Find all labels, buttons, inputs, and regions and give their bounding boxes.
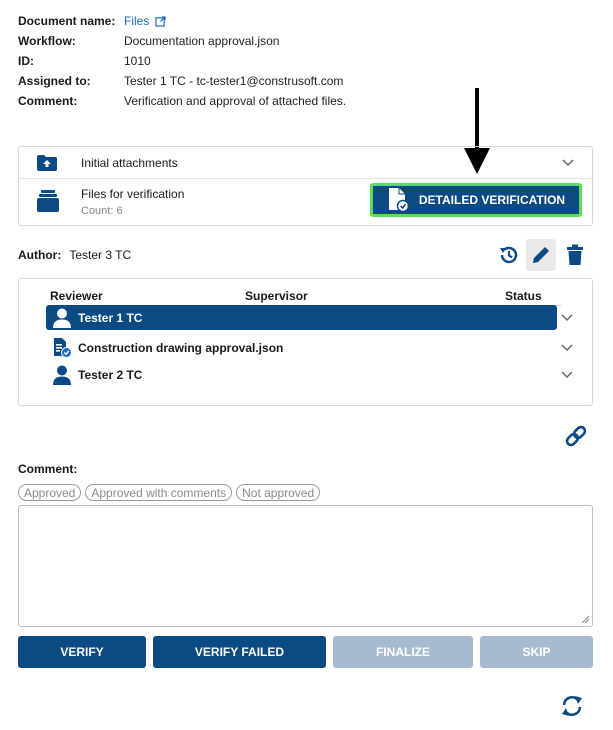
assigned-value: Tester 1 TC - tc-tester1@construsoft.com (124, 74, 344, 88)
files-for-verification-label: Files for verification (81, 187, 185, 201)
edit-button[interactable] (526, 239, 556, 271)
status-column-header: Status (505, 289, 542, 303)
chevron-down-icon[interactable] (561, 314, 573, 322)
reviewer-label: Tester 1 TC (78, 310, 143, 325)
verify-failed-button[interactable]: VERIFY FAILED (153, 636, 326, 668)
comment-label: Comment: (18, 462, 78, 476)
refresh-icon[interactable] (560, 695, 584, 717)
id-row: ID: 1010 (18, 51, 346, 71)
assigned-row: Assigned to: Tester 1 TC - tc-tester1@co… (18, 71, 346, 91)
supervisor-column-header: Supervisor (245, 289, 308, 303)
reviewers-panel: Reviewer Supervisor Status Tester 1 TC C… (18, 278, 593, 406)
id-label: ID: (18, 54, 34, 68)
delete-button[interactable] (560, 239, 590, 271)
workflow-row: Workflow: Documentation approval.json (18, 31, 346, 51)
finalize-button[interactable]: FINALIZE (333, 636, 473, 668)
author-row: Author: Tester 3 TC (18, 248, 131, 262)
document-name-row: Document name: Files (18, 11, 346, 31)
reviewer-row-tester-2[interactable]: Tester 2 TC (46, 362, 557, 387)
external-link-icon[interactable] (155, 15, 167, 27)
pencil-icon (533, 247, 549, 263)
info-comment-value: Verification and approval of attached fi… (124, 94, 347, 108)
info-comment-row: Comment: Verification and approval of at… (18, 91, 346, 111)
document-info: Document name: Files Workflow: Documenta… (18, 11, 346, 111)
reviewer-row-tester-1[interactable]: Tester 1 TC (46, 305, 557, 330)
reviewer-label: Tester 2 TC (78, 367, 143, 382)
chip-not-approved[interactable]: Not approved (236, 484, 321, 501)
chevron-down-icon[interactable] (561, 371, 573, 379)
info-comment-label: Comment: (18, 94, 78, 108)
history-icon (500, 246, 518, 264)
chip-approved[interactable]: Approved (18, 484, 82, 501)
workflow-value: Documentation approval.json (124, 34, 280, 48)
reviewer-row-workflow[interactable]: Construction drawing approval.json (46, 335, 557, 360)
verify-button[interactable]: VERIFY (18, 636, 146, 668)
link-icon[interactable] (564, 425, 588, 447)
trash-icon (567, 244, 583, 265)
chevron-down-icon[interactable] (561, 344, 573, 352)
author-value: Tester 3 TC (69, 248, 132, 262)
folder-upload-icon (37, 154, 57, 171)
document-name-label: Document name: (18, 14, 116, 28)
author-label: Author: (18, 248, 62, 262)
detailed-verification-button[interactable]: DETAILED VERIFICATION (370, 183, 582, 217)
chevron-down-icon[interactable] (562, 158, 574, 167)
reviewer-column-header: Reviewer (50, 289, 103, 303)
document-check-icon (388, 188, 409, 212)
document-name-value[interactable]: Files (124, 14, 149, 28)
person-icon (53, 308, 71, 328)
stack-icon (37, 190, 59, 212)
skip-button[interactable]: SKIP (480, 636, 593, 668)
assigned-label: Assigned to: (18, 74, 91, 88)
chip-approved-with-comments[interactable]: Approved with comments (85, 484, 233, 501)
history-button[interactable] (494, 239, 524, 271)
detailed-verification-label: DETAILED VERIFICATION (418, 193, 566, 207)
files-count: Count: 6 (81, 205, 123, 217)
workflow-label: Workflow: (18, 34, 76, 48)
id-value: 1010 (124, 54, 151, 68)
document-name-link[interactable]: Files (124, 14, 167, 28)
comment-textarea[interactable] (18, 505, 593, 627)
initial-attachments-label: Initial attachments (81, 155, 178, 170)
resize-handle-icon[interactable] (581, 615, 589, 623)
comment-quick-chips: Approved Approved with comments Not appr… (18, 484, 321, 501)
reviewer-label: Construction drawing approval.json (78, 340, 284, 355)
workflow-file-icon (54, 337, 72, 358)
person-icon (53, 365, 71, 385)
initial-attachments-row[interactable]: Initial attachments (19, 147, 592, 179)
